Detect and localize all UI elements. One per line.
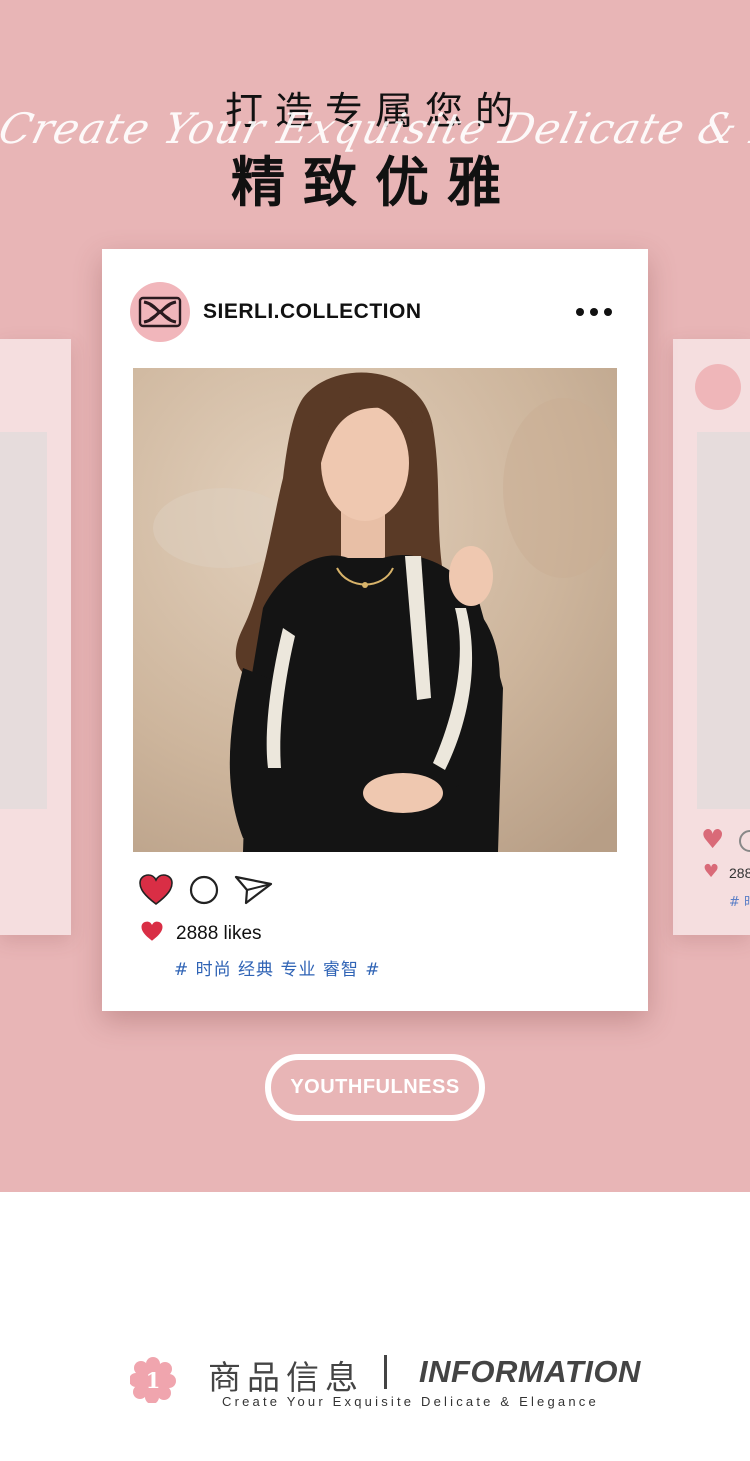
- likes-row: 2888 likes: [140, 921, 262, 946]
- brand-logo-icon[interactable]: [130, 282, 190, 342]
- side-card-avatar: [695, 364, 741, 410]
- step-number: 1: [146, 1368, 161, 1393]
- side-card-tags: # 时: [729, 895, 750, 910]
- side-card-likes: 288: [729, 865, 750, 881]
- side-card-right[interactable]: ♥ ♥ 288 # 时: [673, 339, 750, 935]
- heart-icon: ♥: [703, 861, 720, 882]
- youthfulness-button[interactable]: YOUTHFULNESS: [265, 1054, 485, 1121]
- side-card-image: [697, 432, 750, 809]
- info-subtitle: Create Your Exquisite Delicate & Eleganc…: [222, 1394, 599, 1409]
- headline-line2: 精致优雅: [231, 151, 519, 214]
- likes-count[interactable]: 2888 likes: [176, 923, 262, 945]
- comment-circle-icon[interactable]: [188, 874, 220, 910]
- account-name[interactable]: SIERLI.COLLECTION: [203, 300, 422, 324]
- info-title-cn: 商品信息: [208, 1358, 364, 1397]
- side-card-image: [0, 432, 47, 809]
- divider: [384, 1355, 387, 1389]
- post-photo[interactable]: [133, 368, 617, 852]
- hero-section: 打造专属您的 Create Your Exquisite Delicate & …: [0, 0, 750, 1192]
- hashtags[interactable]: # 时尚 经典 专业 睿智 #: [174, 955, 381, 980]
- info-title-en: INFORMATION: [419, 1354, 641, 1389]
- post-actions: [138, 874, 274, 910]
- side-card-left[interactable]: [0, 339, 71, 935]
- post-card: SIERLI.COLLECTION 2888 likes # 时尚 经典 专业 …: [102, 249, 648, 1011]
- send-icon[interactable]: [234, 874, 274, 910]
- comment-circle-icon: [739, 830, 750, 852]
- more-dots-icon[interactable]: [576, 305, 616, 319]
- heart-icon: ♥: [701, 825, 725, 855]
- heart-icon[interactable]: [138, 874, 174, 910]
- flower-number-icon: 1: [129, 1357, 176, 1404]
- heart-icon: [140, 921, 164, 946]
